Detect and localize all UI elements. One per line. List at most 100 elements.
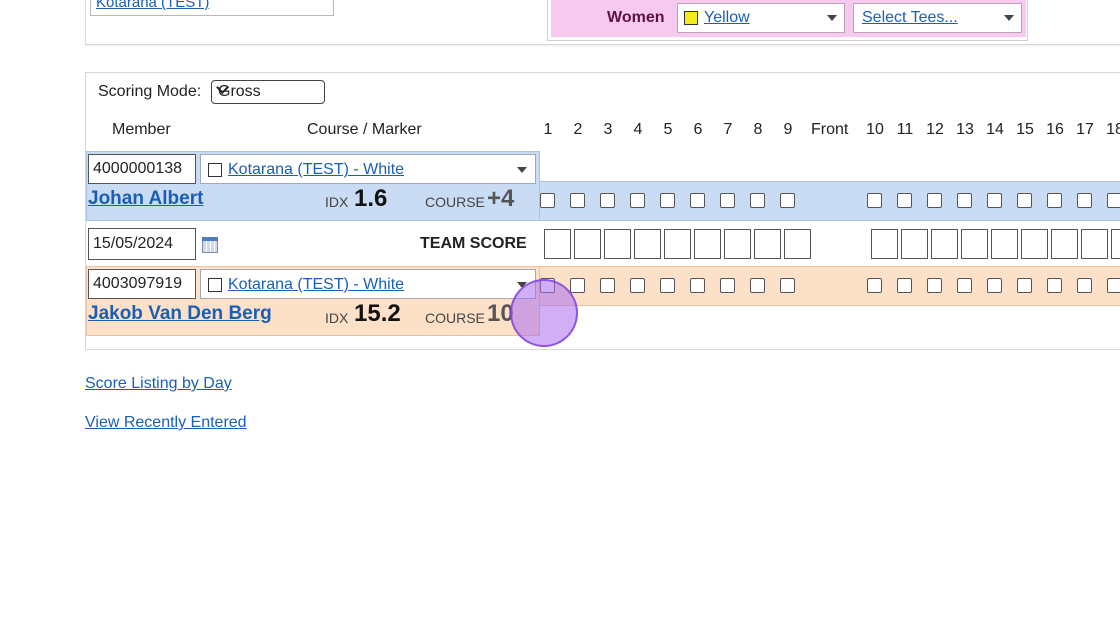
hole-header-11: 11 <box>896 121 914 138</box>
chevron-down-icon <box>517 167 527 173</box>
idx-value-2: 15.2 <box>354 300 401 327</box>
hole-checkbox-p1-2[interactable] <box>570 193 585 208</box>
team-score-input-5[interactable] <box>664 229 691 259</box>
hole-checkbox-p2-14[interactable] <box>987 278 1002 293</box>
hole-checkbox-p1-16[interactable] <box>1047 193 1062 208</box>
hole-checkbox-p1-6[interactable] <box>690 193 705 208</box>
course-link-2[interactable]: Kotarana (TEST) - White <box>228 276 404 294</box>
hole-checkbox-p1-8[interactable] <box>750 193 765 208</box>
course-marker-select-1[interactable]: Kotarana (TEST) - White <box>200 154 536 184</box>
hole-checkbox-p1-15[interactable] <box>1017 193 1032 208</box>
checkbox-icon[interactable] <box>208 163 222 177</box>
team-score-input-17[interactable] <box>1081 229 1108 259</box>
women-tee-link[interactable]: Yellow <box>704 9 750 27</box>
hole-checkbox-p2-10[interactable] <box>867 278 882 293</box>
hole-checkbox-p2-9[interactable] <box>780 278 795 293</box>
hole-checkbox-p1-5[interactable] <box>660 193 675 208</box>
team-score-input-15[interactable] <box>1021 229 1048 259</box>
player-name-2[interactable]: Jakob Van Den Berg <box>88 303 272 325</box>
idx-label-1: IDX <box>325 194 349 210</box>
hole-checkbox-p1-12[interactable] <box>927 193 942 208</box>
hole-checkbox-p2-13[interactable] <box>957 278 972 293</box>
score-listing-by-day-link[interactable]: Score Listing by Day <box>85 375 232 393</box>
course-link-1[interactable]: Kotarana (TEST) - White <box>228 161 404 179</box>
chevron-down-icon <box>827 15 837 21</box>
hole-checkbox-p2-15[interactable] <box>1017 278 1032 293</box>
hole-checkbox-p1-1[interactable] <box>540 193 555 208</box>
hole-checkbox-p2-11[interactable] <box>897 278 912 293</box>
hole-header-7: 7 <box>723 121 733 138</box>
select-tees-dropdown[interactable]: Select Tees... <box>853 3 1022 33</box>
hole-header-10: 10 <box>866 121 884 138</box>
player-row-1-holes <box>540 181 1120 221</box>
front-column-header: Front <box>811 121 849 138</box>
idx-value-1: 1.6 <box>354 185 388 212</box>
member-number-input-2[interactable]: 4003097919 <box>88 269 196 299</box>
hole-checkbox-p1-9[interactable] <box>780 193 795 208</box>
hole-checkbox-p2-17[interactable] <box>1077 278 1092 293</box>
hole-checkbox-p2-2[interactable] <box>570 278 585 293</box>
view-recently-entered-link[interactable]: View Recently Entered <box>85 414 247 432</box>
hole-checkbox-p2-7[interactable] <box>720 278 735 293</box>
course-label-1: COURSE <box>425 194 485 210</box>
hole-checkbox-p1-7[interactable] <box>720 193 735 208</box>
team-score-input-4[interactable] <box>634 229 661 259</box>
hole-checkbox-p1-11[interactable] <box>897 193 912 208</box>
club-select[interactable]: Kotarana (TEST) <box>90 0 334 16</box>
yellow-swatch-icon <box>684 11 698 25</box>
hole-header-8: 8 <box>753 121 763 138</box>
player-row-2-holes <box>540 266 1120 306</box>
hole-checkbox-p2-12[interactable] <box>927 278 942 293</box>
hole-checkbox-p2-16[interactable] <box>1047 278 1062 293</box>
hole-checkbox-p1-13[interactable] <box>957 193 972 208</box>
team-score-input-13[interactable] <box>961 229 988 259</box>
hole-checkbox-p1-17[interactable] <box>1077 193 1092 208</box>
team-score-input-10[interactable] <box>871 229 898 259</box>
team-score-input-16[interactable] <box>1051 229 1078 259</box>
cursor-indicator <box>510 279 578 347</box>
team-score-input-9[interactable] <box>784 229 811 259</box>
checkbox-icon[interactable] <box>208 278 222 292</box>
team-score-input-12[interactable] <box>931 229 958 259</box>
hole-checkbox-p1-14[interactable] <box>987 193 1002 208</box>
scoring-mode-select[interactable]: Gross <box>211 80 325 104</box>
hole-checkbox-p2-5[interactable] <box>660 278 675 293</box>
calendar-icon[interactable] <box>202 237 218 253</box>
hole-header-18: 18 <box>1106 121 1120 138</box>
team-score-input-11[interactable] <box>901 229 928 259</box>
hole-checkbox-p1-10[interactable] <box>867 193 882 208</box>
scoring-mode-label: Scoring Mode: <box>98 83 202 100</box>
team-score-input-18[interactable] <box>1111 229 1120 259</box>
course-marker-select-2[interactable]: Kotarana (TEST) - White <box>200 269 536 299</box>
team-score-input-2[interactable] <box>574 229 601 259</box>
team-score-input-14[interactable] <box>991 229 1018 259</box>
hole-checkbox-p1-18[interactable] <box>1107 193 1120 208</box>
hole-header-9: 9 <box>783 121 793 138</box>
hole-checkbox-p2-6[interactable] <box>690 278 705 293</box>
women-label: Women <box>607 9 665 26</box>
team-score-input-1[interactable] <box>544 229 571 259</box>
player-name-1[interactable]: Johan Albert <box>88 188 203 210</box>
hole-header-14: 14 <box>986 121 1004 138</box>
team-score-input-6[interactable] <box>694 229 721 259</box>
date-input[interactable]: 15/05/2024 <box>88 228 196 260</box>
hole-checkbox-p2-3[interactable] <box>600 278 615 293</box>
hole-checkbox-p2-8[interactable] <box>750 278 765 293</box>
women-tee-select[interactable]: Yellow <box>677 3 845 33</box>
select-tees-link[interactable]: Select Tees... <box>862 9 958 27</box>
hole-header-6: 6 <box>693 121 703 138</box>
team-score-input-3[interactable] <box>604 229 631 259</box>
hole-checkbox-p2-4[interactable] <box>630 278 645 293</box>
hole-checkbox-p1-3[interactable] <box>600 193 615 208</box>
team-score-input-7[interactable] <box>724 229 751 259</box>
hole-header-1: 1 <box>543 121 553 138</box>
club-select-link[interactable]: Kotarana (TEST) <box>96 0 209 11</box>
team-score-input-8[interactable] <box>754 229 781 259</box>
member-number-input-1[interactable]: 4000000138 <box>88 154 196 184</box>
hole-header-3: 3 <box>603 121 613 138</box>
hole-header-4: 4 <box>633 121 643 138</box>
hole-checkbox-p2-18[interactable] <box>1107 278 1120 293</box>
course-label-2: COURSE <box>425 310 485 326</box>
course-handicap-1: +4 <box>487 185 515 212</box>
hole-checkbox-p1-4[interactable] <box>630 193 645 208</box>
